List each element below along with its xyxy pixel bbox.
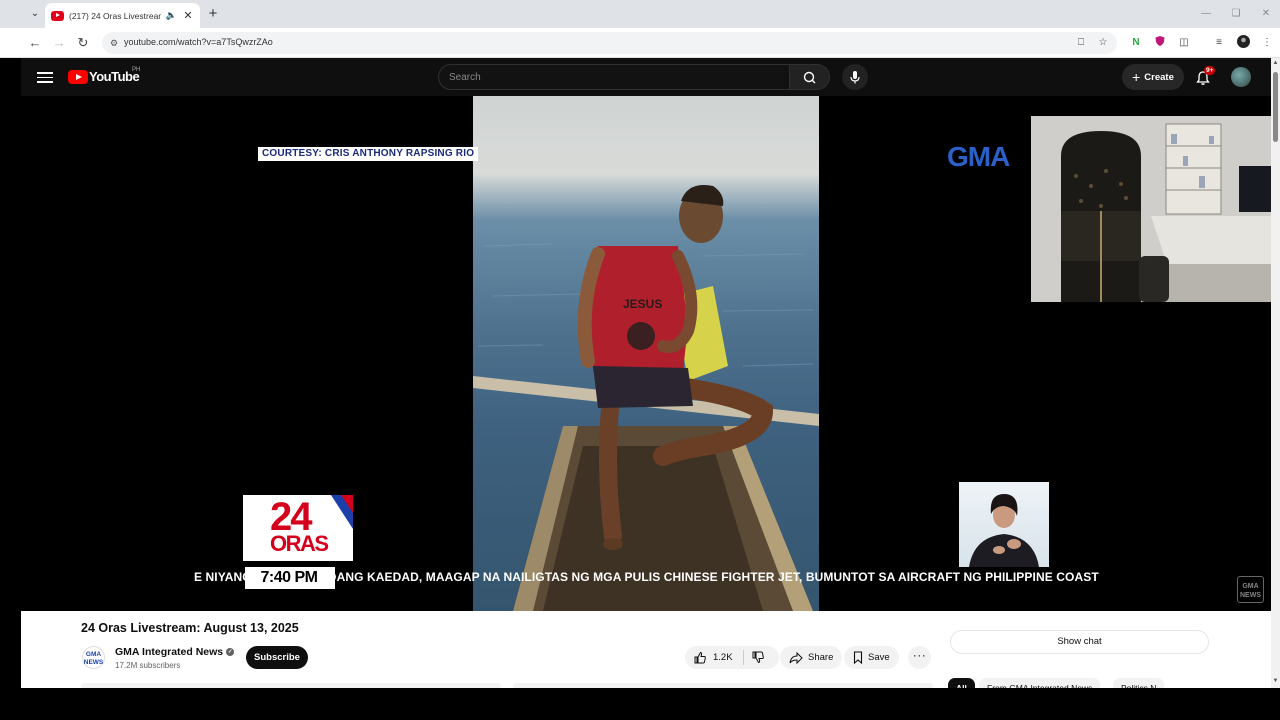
site-info-icon[interactable]: ⚙ bbox=[107, 36, 121, 50]
page-scrollbar[interactable]: ▲ ▼ bbox=[1271, 58, 1280, 688]
courtesy-caption: COURTESY: CRIS ANTHONY RAPSING RIO bbox=[258, 147, 479, 161]
save-button[interactable]: Save bbox=[844, 646, 899, 669]
scroll-up-arrow-icon[interactable]: ▲ bbox=[1272, 60, 1279, 67]
show-word: ORAS bbox=[270, 531, 329, 556]
scroll-down-arrow-icon[interactable]: ▼ bbox=[1272, 678, 1279, 685]
tab-search-chevron-icon[interactable]: ⌄ bbox=[26, 5, 44, 23]
more-actions-button[interactable]: ··· bbox=[908, 646, 931, 669]
new-tab-button[interactable]: + bbox=[205, 5, 221, 23]
shirt-print-text: JESUS bbox=[623, 297, 662, 311]
24-oras-logo: 24 ORAS bbox=[243, 495, 353, 561]
dislike-button[interactable] bbox=[751, 650, 767, 665]
country-code: PH bbox=[132, 67, 141, 73]
video-metadata: 24 Oras Livestream: August 13, 2025 GMA … bbox=[21, 611, 1271, 698]
back-icon[interactable]: ← bbox=[26, 34, 44, 52]
share-label: Share bbox=[808, 652, 834, 663]
broadcast-time: 7:40 PM bbox=[245, 567, 333, 589]
address-bar[interactable]: ⚙ youtube.com/watch?v=a7TsQwzrZAo ⎕ ☆ bbox=[102, 32, 1117, 54]
share-button[interactable]: Share bbox=[780, 646, 843, 669]
close-tab-icon[interactable]: ✕ bbox=[182, 9, 194, 22]
plus-icon: + bbox=[1132, 69, 1141, 85]
youtube-masthead: YouTube PH Search + Create 9+ bbox=[21, 58, 1280, 96]
flag-accent-red bbox=[341, 495, 353, 513]
verified-check-icon: ✓ bbox=[226, 648, 235, 656]
minimize-icon[interactable]: — bbox=[1196, 6, 1216, 22]
channel-avatar[interactable]: GMA NEWS bbox=[82, 646, 105, 669]
microphone-icon bbox=[850, 71, 860, 84]
save-label: Save bbox=[868, 652, 890, 663]
gma-news-watermark: GMA NEWS bbox=[1237, 576, 1264, 603]
subscribe-button[interactable]: Subscribe bbox=[246, 646, 308, 669]
like-dislike-group: 1.2K bbox=[685, 646, 779, 669]
create-button[interactable]: + Create bbox=[1122, 64, 1184, 90]
subscriber-count: 17.2M subscribers bbox=[115, 661, 181, 670]
account-avatar[interactable] bbox=[1231, 67, 1251, 87]
share-arrow-icon bbox=[789, 651, 803, 664]
thumbs-down-icon bbox=[752, 651, 764, 664]
streamer-webcam-overlay bbox=[1031, 116, 1271, 302]
search-icon bbox=[803, 71, 816, 84]
search-placeholder: Search bbox=[449, 72, 481, 83]
channel-name-link[interactable]: GMA Integrated News ✓ bbox=[115, 646, 235, 658]
taskbar-area bbox=[0, 688, 1280, 720]
bookmark-star-icon[interactable]: ☆ bbox=[1096, 36, 1110, 50]
browser-toolbar: ← → ↻ ⚙ youtube.com/watch?v=a7TsQwzrZAo … bbox=[0, 28, 1280, 58]
tab-title: (217) 24 Oras Livestream: A bbox=[69, 10, 161, 21]
reading-list-icon[interactable]: ≡ bbox=[1211, 35, 1227, 51]
like-count: 1.2K bbox=[713, 652, 733, 663]
hamburger-menu-icon[interactable] bbox=[37, 69, 53, 85]
youtube-logo-icon[interactable] bbox=[68, 70, 88, 84]
show-chat-button[interactable]: Show chat bbox=[950, 630, 1209, 654]
close-window-icon[interactable]: ✕ bbox=[1256, 6, 1276, 22]
cast-icon[interactable]: ⎕ bbox=[1074, 36, 1088, 50]
video-title: 24 Oras Livestream: August 13, 2025 bbox=[81, 621, 299, 635]
extensions-puzzle-icon[interactable]: ◫ bbox=[1176, 35, 1192, 51]
video-player[interactable]: JESUS COURTESY: CRIS ANTHONY RAPSING RIO… bbox=[21, 96, 1271, 611]
sign-language-interpreter-inset bbox=[959, 482, 1049, 567]
create-label: Create bbox=[1144, 71, 1174, 83]
maximize-icon[interactable]: ❏ bbox=[1226, 6, 1246, 22]
browser-tab[interactable]: (217) 24 Oras Livestream: A 🔈 ✕ bbox=[45, 3, 200, 28]
voice-search-button[interactable] bbox=[842, 64, 868, 90]
reload-icon[interactable]: ↻ bbox=[74, 34, 92, 52]
scrollbar-thumb[interactable] bbox=[1273, 72, 1278, 142]
bookmark-icon bbox=[853, 651, 863, 664]
youtube-favicon-icon bbox=[51, 10, 64, 21]
extension-shield-icon[interactable] bbox=[1152, 35, 1168, 51]
extension-n-icon[interactable]: N bbox=[1128, 35, 1144, 51]
url-text: youtube.com/watch?v=a7TsQwzrZAo bbox=[124, 37, 273, 47]
speaker-icon[interactable]: 🔈 bbox=[166, 10, 177, 21]
forward-icon[interactable]: → bbox=[50, 34, 68, 52]
like-divider bbox=[743, 650, 744, 665]
like-button[interactable]: 1.2K bbox=[693, 650, 733, 665]
profile-avatar-icon[interactable] bbox=[1235, 35, 1251, 51]
channel-name: GMA Integrated News bbox=[115, 646, 224, 658]
chrome-menu-icon[interactable]: ⋮ bbox=[1259, 35, 1275, 51]
gma-network-logo: GMA bbox=[947, 141, 1010, 172]
notifications-badge: 9+ bbox=[1204, 66, 1216, 75]
search-input[interactable]: Search bbox=[438, 64, 790, 90]
thumbs-up-icon bbox=[694, 651, 706, 663]
browser-tab-strip: ⌄ (217) 24 Oras Livestream: A 🔈 ✕ + — ❏ … bbox=[0, 0, 1280, 28]
search-button[interactable] bbox=[790, 64, 830, 90]
video-frame-boat-rescue: JESUS bbox=[473, 96, 819, 611]
